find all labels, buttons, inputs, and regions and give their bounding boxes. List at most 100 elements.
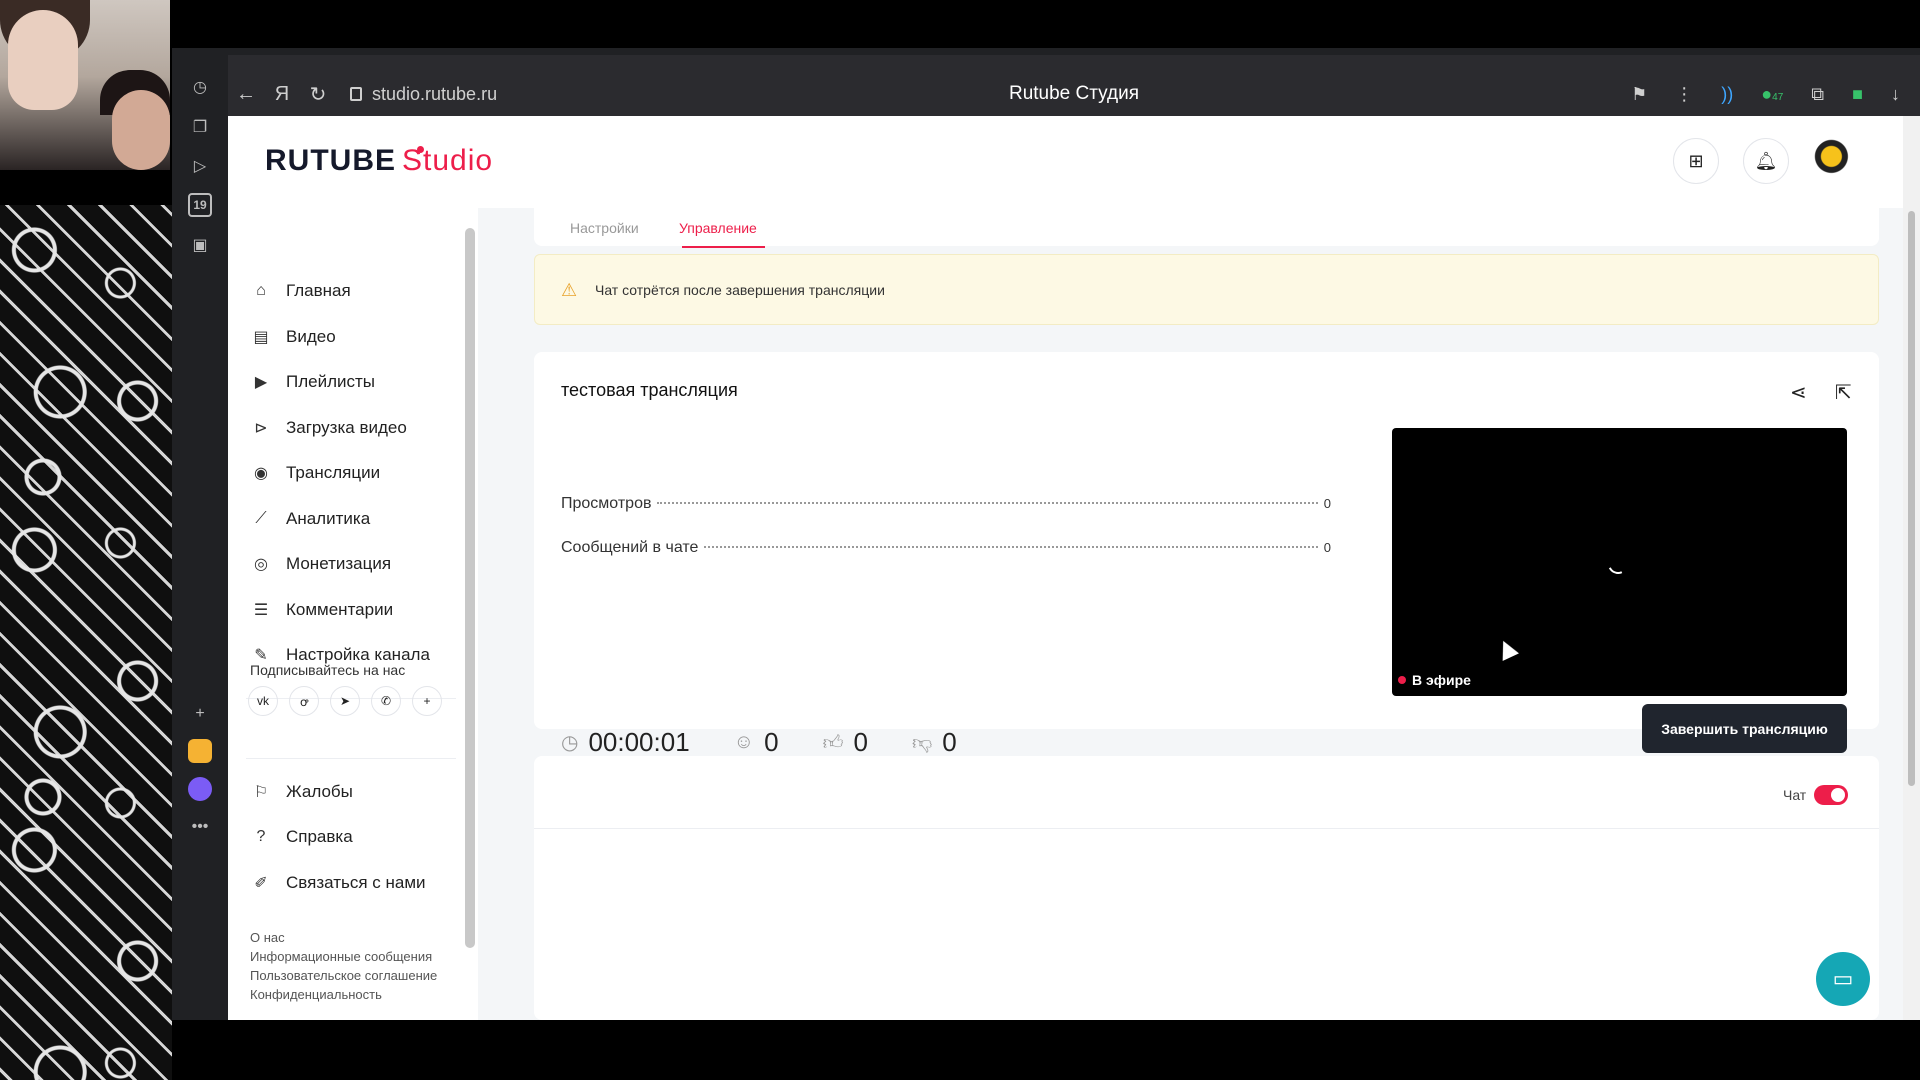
- assistant-icon[interactable]: [188, 777, 212, 801]
- video-icon: ▤: [253, 329, 269, 346]
- sidebar-item-comments[interactable]: ☰ Комментарии: [250, 595, 393, 625]
- menu-dots-icon[interactable]: ⋮: [1675, 84, 1693, 105]
- studio-header: RUTUBE Studio ⊞ 🔔︎: [228, 116, 1903, 208]
- desktop-wallpaper: [0, 0, 172, 1080]
- voice-icon[interactable]: )): [1721, 84, 1733, 105]
- open-external-icon[interactable]: ⇱: [1835, 380, 1852, 405]
- more-icon[interactable]: •••: [188, 815, 212, 839]
- chat-messages-stat: Сообщений в чате 0: [561, 539, 1331, 557]
- warning-text: Чат сотрётся после завершения трансляции: [595, 281, 885, 298]
- calendar-icon[interactable]: 19: [188, 193, 212, 217]
- browser-topline: [172, 55, 1920, 72]
- sidebar-item-broadcasts[interactable]: ◉ Трансляции: [250, 458, 380, 488]
- sidebar-item-help[interactable]: ? Справка: [250, 822, 353, 852]
- viber-link[interactable]: ✆: [371, 686, 401, 716]
- support-chat-button[interactable]: ▭: [1816, 952, 1870, 1006]
- sidebar-item-home[interactable]: ⌂ Главная: [250, 276, 351, 306]
- sidebar-item-video[interactable]: ▤ Видео: [250, 322, 335, 352]
- monetization-icon: ◎: [254, 556, 268, 573]
- footer-link-privacy[interactable]: Конфиденциальность: [250, 987, 382, 1002]
- more-social-button[interactable]: +: [412, 686, 442, 716]
- rutube-studio-logo[interactable]: RUTUBE Studio: [265, 144, 493, 178]
- playlist-icon: ▶: [254, 374, 268, 391]
- sidebar-item-label: Главная: [286, 281, 351, 300]
- help-icon: ?: [256, 828, 266, 845]
- screenshot-icon[interactable]: ▣: [188, 233, 212, 257]
- share-icon[interactable]: ⋖: [1790, 380, 1807, 405]
- likes-metric: 👍︎ 0: [823, 727, 868, 758]
- studio-page: RUTUBE Studio ⊞ 🔔︎ ⌂ Главная ▤ Видео ▶ Плейл…: [228, 116, 1903, 1020]
- ok-link[interactable]: ꝍ: [289, 686, 319, 716]
- end-stream-button[interactable]: Завершить трансляцию: [1642, 704, 1847, 753]
- home-icon: ⌂: [256, 282, 266, 299]
- add-panel-icon[interactable]: +: [188, 702, 212, 726]
- create-button[interactable]: ⊞: [1673, 138, 1719, 184]
- sidebar-item-analytics[interactable]: ⟋ Аналитика: [250, 504, 370, 534]
- thumbs-up-icon: 👍︎: [822, 731, 844, 754]
- footer-link-about[interactable]: О нас: [250, 930, 285, 945]
- address-bar[interactable]: studio.rutube.ru: [350, 84, 497, 105]
- collections-icon[interactable]: ❐: [188, 115, 212, 139]
- tab-management[interactable]: Управление: [679, 220, 757, 236]
- stream-preview-player[interactable]: В эфире: [1392, 428, 1847, 696]
- mail-icon[interactable]: [188, 739, 212, 763]
- viewers-metric: ☺ 0: [734, 727, 779, 758]
- extension-badge-icon[interactable]: ●47: [1761, 84, 1783, 105]
- vk-link[interactable]: vk: [248, 686, 278, 716]
- extension-icon[interactable]: ■: [1852, 84, 1863, 105]
- page-scrollbar[interactable]: [1903, 116, 1920, 1020]
- sidebar-item-label: Загрузка видео: [286, 418, 407, 437]
- footer-link-terms[interactable]: Пользовательское соглашение: [250, 968, 437, 983]
- notifications-button[interactable]: 🔔︎: [1743, 138, 1789, 184]
- sidebar-item-label: Трансляции: [286, 463, 381, 482]
- stream-card: тестовая трансляция ⋖ ⇱ Просмотров 0 Соо…: [534, 352, 1879, 757]
- chat-card: Чат: [534, 756, 1879, 1020]
- sidebar-divider: [246, 758, 456, 759]
- history-icon[interactable]: ◷: [188, 75, 212, 99]
- screen-bottom: [172, 1020, 1920, 1080]
- chat-warning-banner: ⚠ Чат сотрётся после завершения трансляц…: [534, 254, 1879, 325]
- sidebar-scrollbar[interactable]: [462, 208, 478, 1020]
- downloads-icon[interactable]: ↓: [1891, 84, 1900, 105]
- thumbs-down-icon: 👎︎: [911, 731, 933, 754]
- tab-settings[interactable]: Настройки: [570, 220, 639, 236]
- address-text: studio.rutube.ru: [372, 83, 498, 104]
- play-icon[interactable]: ▷: [188, 154, 212, 178]
- sidebar-item-upload[interactable]: ⊳ Загрузка видео: [250, 413, 407, 443]
- sidebar-item-complaints[interactable]: ⚐ Жалобы: [250, 777, 353, 807]
- sidebar-item-contact[interactable]: ✐ Связаться с нами: [250, 868, 426, 898]
- extensions-icon[interactable]: ⧉: [1811, 84, 1824, 105]
- comments-icon: ☰: [253, 602, 269, 619]
- avatar[interactable]: [1813, 138, 1859, 184]
- browser-side-panel: ◷ ❐ ▷ 19 ▣ + •••: [172, 55, 228, 1025]
- likes-value: 0: [853, 727, 868, 757]
- live-badge: В эфире: [1398, 672, 1471, 688]
- sidebar-item-label: Связаться с нами: [286, 873, 426, 892]
- stream-title: тестовая трансляция: [561, 380, 738, 400]
- loading-spinner: [1605, 551, 1631, 577]
- chat-toggle[interactable]: [1814, 785, 1848, 805]
- chat-bubble-icon: ▭: [1832, 966, 1854, 991]
- bookmark-icon[interactable]: ⚑: [1631, 84, 1647, 105]
- wallpaper-pattern: [0, 205, 172, 1080]
- yandex-icon[interactable]: Я: [264, 83, 300, 106]
- telegram-link[interactable]: ➤: [330, 686, 360, 716]
- reload-icon[interactable]: ↻: [300, 82, 336, 107]
- browser-toolbar: ← Я ↻ studio.rutube.ru Rutube Студия ⚑ ⋮…: [228, 72, 1920, 116]
- sidebar-item-label: Комментарии: [286, 600, 394, 619]
- footer-link-info[interactable]: Информационные сообщения: [250, 949, 432, 964]
- clock-icon: ◷: [561, 732, 579, 754]
- bell-icon: 🔔︎: [1754, 150, 1778, 171]
- back-icon[interactable]: ←: [228, 83, 264, 106]
- edit-icon: ✐: [254, 875, 268, 892]
- dislikes-metric: 👎︎ 0: [912, 727, 957, 758]
- webcam-overlay: [0, 0, 170, 170]
- duration-value: 00:00:01: [588, 727, 690, 757]
- dislikes-value: 0: [942, 727, 957, 757]
- sidebar-item-monetization[interactable]: ◎ Монетизация: [250, 549, 391, 579]
- analytics-icon: ⟋: [255, 510, 267, 527]
- sidebar-item-playlists[interactable]: ▶ Плейлисты: [250, 367, 375, 397]
- stat-value: 0: [1323, 496, 1331, 511]
- lock-icon: [350, 87, 362, 101]
- broadcast-icon: ◉: [254, 465, 268, 482]
